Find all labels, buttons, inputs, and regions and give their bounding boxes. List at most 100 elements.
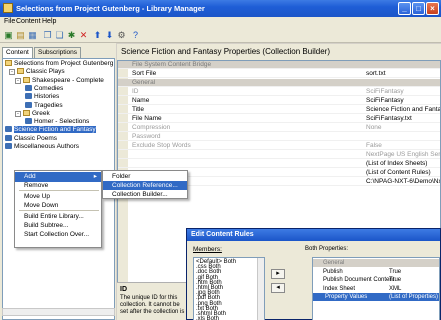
tree-item[interactable]: - Classic Plays (9, 68, 65, 76)
tree-item[interactable]: Miscellaneous Authors (5, 143, 79, 151)
open-icon[interactable]: ▤ (15, 30, 26, 41)
property-value[interactable]: NextPage US English Server Extension Mod… (366, 151, 440, 159)
rule-property-value[interactable]: (List of Properties) (389, 293, 438, 301)
property-row[interactable]: NextPage US English Server Extension Mod… (118, 151, 440, 160)
remove-member-button[interactable]: ◂ (271, 283, 285, 293)
rule-property-row[interactable]: Property Values (List of Properties) (313, 293, 439, 301)
document-icon (5, 126, 12, 133)
menu-file[interactable]: File (4, 18, 15, 25)
tree-item-label: Shakespeare - Complete (32, 76, 104, 84)
tree-item-label: Miscellaneous Authors (14, 143, 80, 150)
property-row[interactable]: Exclude Stop Words False (118, 142, 440, 151)
tab-subscriptions[interactable]: Subscriptions (34, 47, 82, 58)
property-row[interactable]: Password (118, 133, 440, 142)
property-value[interactable]: SciFiFantasy (366, 97, 440, 105)
minimize-button[interactable]: _ (398, 2, 411, 15)
property-row[interactable]: Compression None (118, 124, 440, 133)
tree-item-label: Tragedies (34, 101, 63, 109)
tree-item[interactable]: Homer - Selections (25, 118, 89, 126)
tree-item[interactable]: Tragedies (25, 101, 63, 110)
context-menu: Add ▸ Remove Move Up Move Down Build Entire L… (14, 170, 102, 248)
add-submenu: Folder Collection Reference... Collection … (102, 170, 188, 199)
property-row[interactable]: Name SciFiFantasy (118, 97, 440, 106)
property-value[interactable]: (List of Content Rules) (366, 169, 440, 177)
menu-help[interactable]: Help (42, 18, 56, 25)
context-menu-item[interactable]: Start Collection Over... (15, 230, 101, 240)
new-icon[interactable]: ▣ (3, 30, 14, 41)
property-name: Compression (132, 124, 171, 131)
tree-item[interactable]: - Shakespeare - Complete (15, 76, 104, 85)
properties-icon[interactable]: ✱ (66, 30, 77, 41)
menu-item-label: Build Entire Library... (24, 213, 84, 221)
description-title: ID (120, 286, 127, 293)
rule-property-value[interactable]: True (389, 276, 401, 284)
context-menu-item[interactable]: Move Down (15, 201, 101, 211)
close-button[interactable]: × (426, 2, 439, 15)
tab-content[interactable]: Content (2, 47, 33, 58)
property-value[interactable]: SciFiFantasy (366, 88, 440, 96)
property-group[interactable]: File System Content Bridge (118, 61, 440, 70)
rule-property-group[interactable]: General (313, 259, 439, 267)
property-row[interactable]: File Name SciFiFantasy.txt (118, 115, 440, 124)
property-value[interactable]: (List of Index Sheets) (366, 160, 440, 168)
delete-icon[interactable]: ✕ (78, 30, 89, 41)
tree-item[interactable]: Classic Poems (5, 134, 57, 143)
property-value[interactable]: False (366, 142, 440, 150)
maximize-button[interactable]: □ (412, 2, 425, 15)
member-item[interactable]: .xls Both (196, 316, 219, 320)
property-name: Password (132, 133, 161, 140)
submenu-item[interactable]: Collection Reference... (103, 181, 187, 190)
rule-property-row[interactable]: Publish Document Content True (313, 276, 439, 284)
members-scrollbar[interactable] (257, 258, 264, 320)
tree-item[interactable]: - Greek (15, 109, 50, 118)
rule-property-name: Publish (323, 268, 343, 275)
expand-toggle-icon[interactable]: - (15, 77, 21, 84)
tree-item[interactable]: Science Fiction and Fantasy (5, 126, 96, 134)
property-value[interactable]: C:\NPAG-NXT-6\Demo\NxSourceData\ScienceF… (366, 178, 440, 186)
property-value[interactable]: SciFiFantasy.txt (366, 115, 440, 123)
folder-icon (23, 76, 30, 83)
property-row[interactable]: ID SciFiFantasy (118, 88, 440, 97)
move-up-icon[interactable]: ⬆ (92, 30, 103, 41)
menu-item-label: Add (24, 173, 36, 180)
build-icon[interactable]: ⚙ (116, 30, 127, 41)
property-value[interactable]: sort.txt (366, 70, 440, 78)
property-value[interactable]: Science Fiction and Fantasy (366, 106, 440, 114)
tree-item-label: Comedies (34, 84, 64, 92)
tree-item[interactable]: Comedies (25, 84, 64, 93)
tree-item[interactable]: Selections from Project Gutenberg (5, 60, 113, 68)
expand-toggle-icon[interactable]: - (9, 69, 15, 76)
paste-icon[interactable]: ❏ (54, 30, 65, 41)
property-row[interactable]: (List of Index Sheets) (118, 160, 440, 169)
description-text: The unique ID for this collection. It ca… (120, 295, 185, 315)
rule-property-value[interactable]: True (389, 268, 401, 276)
rule-property-row[interactable]: Index Sheet XML (313, 285, 439, 293)
members-list[interactable]: <Default> Both .css Both .doc Both .gif Bot… (193, 257, 265, 320)
tree-item[interactable]: Histories (25, 93, 59, 101)
tree-item-label: Science Fiction and Fantasy (14, 126, 96, 134)
menu-content[interactable]: Content (16, 18, 41, 25)
context-menu-item[interactable]: Remove (15, 181, 101, 191)
property-row[interactable]: Sort File sort.txt (118, 70, 440, 79)
save-icon[interactable]: ▦ (27, 30, 38, 41)
property-row[interactable]: Title Science Fiction and Fantasy (118, 106, 440, 115)
folder-icon (5, 60, 12, 66)
menu-item-label: Move Down (24, 201, 59, 209)
rule-properties-grid[interactable]: General Publish True Publish Document Conte… (312, 257, 440, 320)
add-member-button[interactable]: ▸ (271, 269, 285, 279)
rule-property-value[interactable]: XML (389, 285, 401, 293)
property-name: Name (132, 97, 150, 104)
toolbar: ▣ ▤ ▦ ❐ ❏ ✱ ✕ ⬆ ⬇ ⚙ ? (0, 28, 441, 43)
submenu-item[interactable]: Collection Builder... (103, 190, 187, 199)
document-icon (25, 93, 32, 100)
rule-property-name: General (323, 260, 345, 266)
property-group[interactable]: General (118, 79, 440, 88)
submenu-item[interactable]: Folder (103, 172, 187, 181)
rule-property-row[interactable]: Publish True (313, 268, 439, 276)
tree-horizontal-scrollbar[interactable] (2, 308, 115, 316)
help-icon[interactable]: ? (130, 30, 141, 41)
move-down-icon[interactable]: ⬇ (104, 30, 115, 41)
property-value[interactable]: None (366, 124, 440, 132)
copy-icon[interactable]: ❐ (42, 30, 53, 41)
expand-toggle-icon[interactable]: - (15, 110, 21, 117)
